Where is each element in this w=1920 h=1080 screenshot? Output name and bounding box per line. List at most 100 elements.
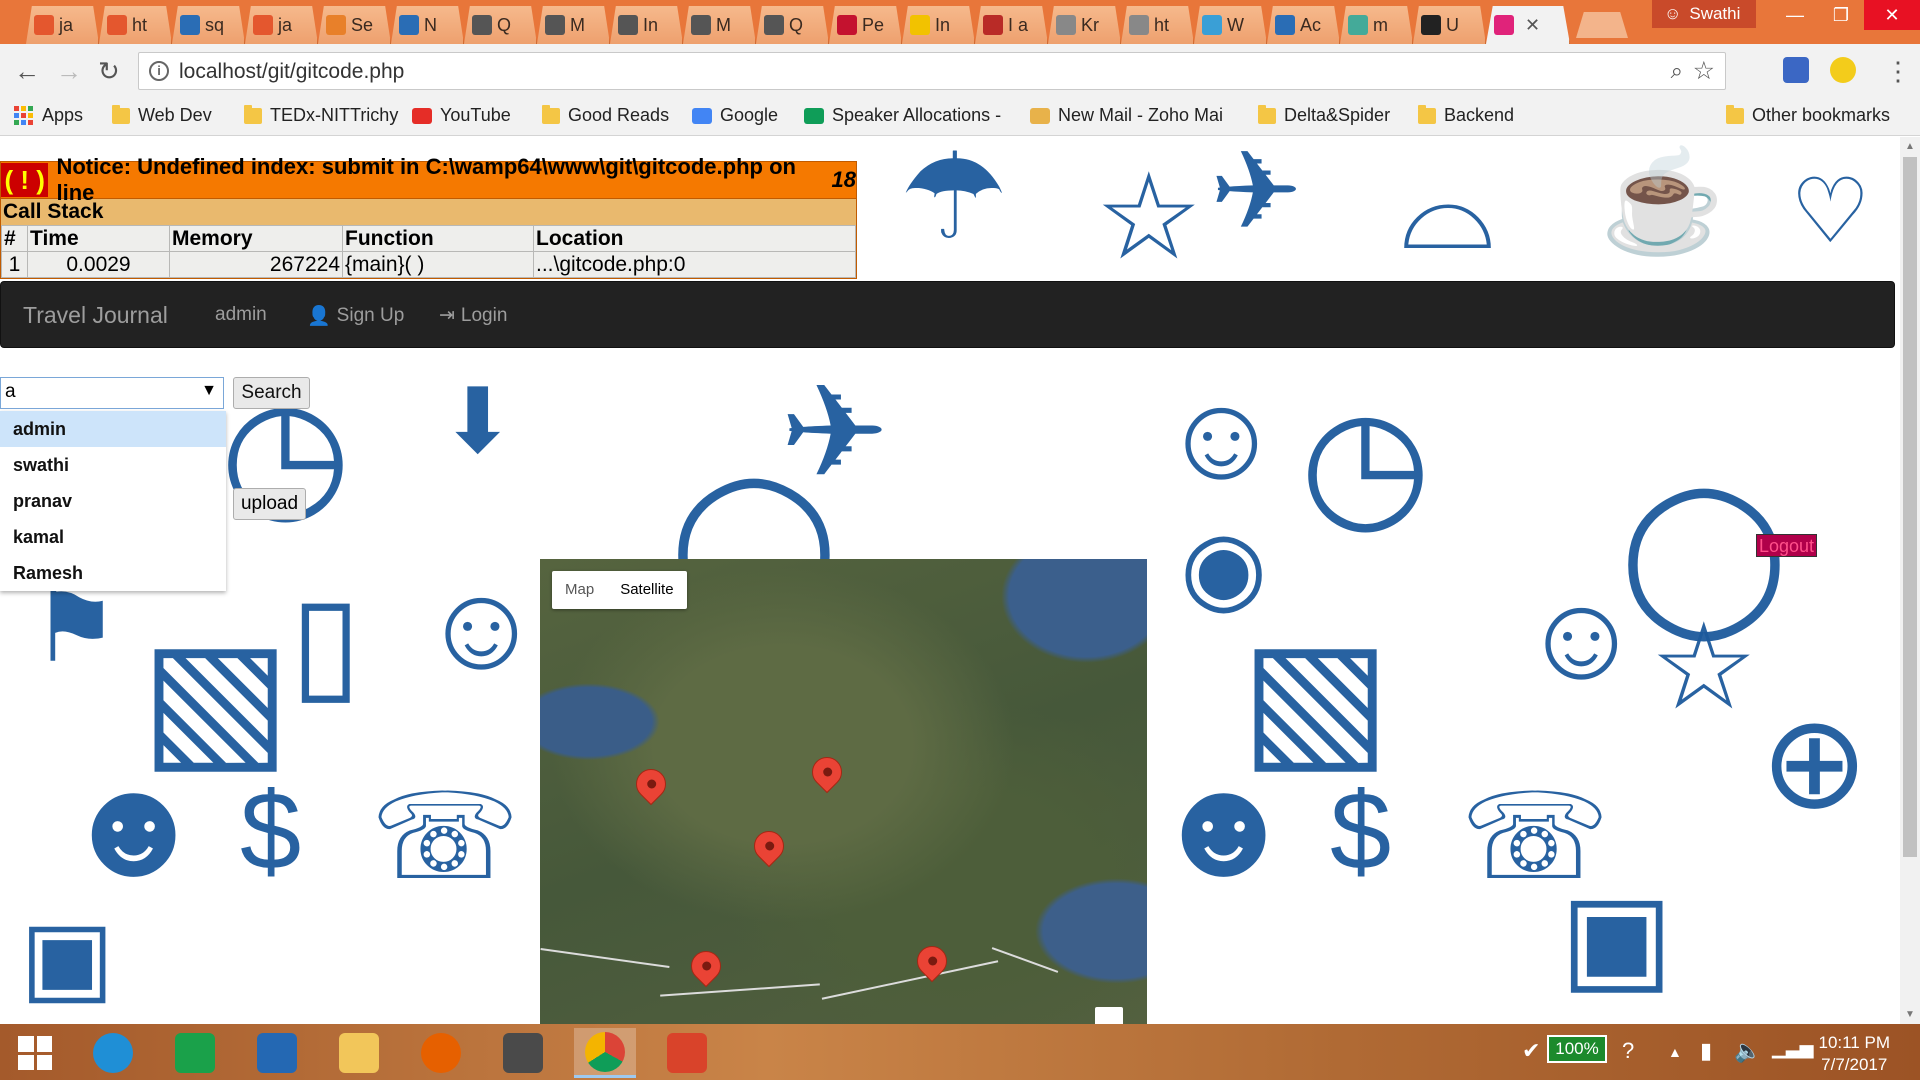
scroll-up-icon[interactable]: ▲ xyxy=(1905,141,1915,152)
dropdown-arrow-icon[interactable]: ▼ xyxy=(201,382,217,400)
close-window-icon[interactable]: ✕ xyxy=(1864,0,1920,30)
browser-tab[interactable]: Q xyxy=(756,6,829,44)
nav-login[interactable]: ⇥ Login xyxy=(439,304,507,327)
page-scrollbar[interactable]: ▲ ▼ xyxy=(1900,137,1920,1024)
taskbar-firefox[interactable] xyxy=(410,1028,472,1078)
browser-tab[interactable]: sq xyxy=(172,6,245,44)
close-tab-icon[interactable]: ✕ xyxy=(1525,15,1540,36)
dropdown-option[interactable]: swathi xyxy=(0,447,226,483)
dropdown-option[interactable]: pranav xyxy=(0,483,226,519)
bookmark-item[interactable]: Good Reads xyxy=(542,104,669,126)
windows-taskbar: ✔ 100% ? ▲ ▮ 🔈 ▁▃▅ 10:11 PM 7/7/2017 xyxy=(0,1024,1920,1080)
power-icon[interactable]: ▮ xyxy=(1700,1038,1712,1064)
map-marker[interactable] xyxy=(747,824,791,868)
tab-active[interactable]: ✕ xyxy=(1486,6,1570,44)
tab-title: ht xyxy=(132,14,148,35)
browser-tab[interactable]: U xyxy=(1413,6,1486,44)
search-button[interactable]: Search xyxy=(233,377,310,409)
bookmark-item[interactable]: Delta&Spider xyxy=(1258,104,1391,126)
bookmark-item[interactable]: Backend xyxy=(1418,104,1514,126)
browser-tab[interactable]: Kr xyxy=(1048,6,1121,44)
minimize-icon[interactable]: — xyxy=(1772,0,1818,30)
dropdown-option[interactable]: admin xyxy=(0,411,226,447)
bookmark-star-icon[interactable]: ☆ xyxy=(1693,56,1715,86)
map-type-satellite[interactable]: Satellite xyxy=(607,571,686,609)
bookmark-item[interactable]: YouTube xyxy=(412,105,511,126)
browser-tab[interactable]: ht xyxy=(99,6,172,44)
dropdown-option[interactable]: kamal xyxy=(0,519,226,555)
forward-icon[interactable]: → xyxy=(56,56,82,87)
notice-line: 18 xyxy=(831,167,856,192)
browser-tab[interactable]: m xyxy=(1340,6,1413,44)
map-view[interactable]: Map Satellite xyxy=(540,559,1147,1024)
tab-title: ht xyxy=(1154,14,1170,35)
browser-tab[interactable]: ja xyxy=(245,6,318,44)
brand-link[interactable]: Travel Journal xyxy=(23,302,168,329)
taskbar-explorer[interactable] xyxy=(328,1028,390,1078)
phone-doodle-icon: ▯ xyxy=(290,569,362,715)
scroll-down-icon[interactable]: ▼ xyxy=(1905,1009,1915,1020)
map-marker[interactable] xyxy=(629,762,673,806)
taskbar-store[interactable] xyxy=(164,1028,226,1078)
site-info-icon[interactable]: i xyxy=(149,61,169,81)
map-marker[interactable] xyxy=(805,750,849,794)
browser-tab[interactable]: ht xyxy=(1121,6,1194,44)
network-icon[interactable]: ▁▃▅ xyxy=(1772,1038,1814,1059)
tray-chevron-icon[interactable]: ▲ xyxy=(1668,1044,1682,1060)
bookmark-item[interactable]: Google xyxy=(692,105,778,126)
scroll-thumb[interactable] xyxy=(1903,157,1917,857)
browser-tab[interactable]: In xyxy=(902,6,975,44)
defender-icon[interactable]: ✔ xyxy=(1522,1038,1540,1064)
back-icon[interactable]: ← xyxy=(14,56,40,87)
taskbar-lenovo[interactable] xyxy=(246,1028,308,1078)
help-icon[interactable]: ? xyxy=(1622,1038,1634,1064)
taskbar-sublime[interactable] xyxy=(492,1028,554,1078)
restore-icon[interactable]: ❐ xyxy=(1818,0,1864,30)
folder-explorer-icon xyxy=(339,1033,379,1073)
bookmark-label: Delta&Spider xyxy=(1284,105,1391,125)
user-search-select[interactable]: a ▼ xyxy=(0,377,224,409)
upload-button[interactable]: upload xyxy=(233,488,306,520)
browser-tab[interactable]: Se xyxy=(318,6,391,44)
other-bookmarks[interactable]: Other bookmarks xyxy=(1726,104,1890,126)
bookmark-item[interactable]: TEDx-NITTrichy xyxy=(244,104,398,126)
taskbar-ie[interactable] xyxy=(82,1028,144,1078)
system-clock[interactable]: 10:11 PM 7/7/2017 xyxy=(1818,1032,1890,1076)
logout-button[interactable]: Logout xyxy=(1756,534,1817,557)
bookmark-item[interactable]: Web Dev xyxy=(112,104,212,126)
dropdown-option[interactable]: Ramesh xyxy=(0,555,226,591)
browser-tab[interactable]: I a xyxy=(975,6,1048,44)
bookmark-item[interactable]: New Mail - Zoho Mai xyxy=(1030,105,1223,126)
start-button[interactable] xyxy=(4,1028,66,1078)
menu-dots-icon[interactable]: ⋮ xyxy=(1885,56,1911,87)
taskbar-app[interactable] xyxy=(656,1028,718,1078)
volume-icon[interactable]: 🔈 xyxy=(1734,1038,1761,1064)
pegman-icon[interactable] xyxy=(1095,1007,1123,1024)
taskbar-chrome[interactable] xyxy=(574,1028,636,1078)
new-tab-button[interactable] xyxy=(1576,12,1628,38)
map-marker[interactable] xyxy=(910,939,954,983)
nav-signup[interactable]: 👤 Sign Up xyxy=(307,304,404,328)
battery-indicator[interactable]: 100% xyxy=(1547,1035,1607,1063)
browser-tab[interactable]: N xyxy=(391,6,464,44)
extension-puzzle-icon[interactable] xyxy=(1783,57,1809,83)
bookmark-item[interactable]: Apps xyxy=(14,105,83,126)
browser-tab[interactable]: Pe xyxy=(829,6,902,44)
url-text[interactable]: localhost/git/gitcode.php xyxy=(179,60,404,84)
extension-search-icon[interactable] xyxy=(1830,57,1856,83)
bookmark-item[interactable]: Speaker Allocations - xyxy=(804,105,1001,126)
browser-tab[interactable]: W xyxy=(1194,6,1267,44)
browser-tab[interactable]: ja xyxy=(26,6,99,44)
address-bar[interactable]: i localhost/git/gitcode.php ⌕ ☆ xyxy=(138,52,1726,90)
map-type-map[interactable]: Map xyxy=(552,571,607,609)
browser-tab[interactable]: M xyxy=(537,6,610,44)
browser-tab[interactable]: Q xyxy=(464,6,537,44)
profile-button[interactable]: ☺ Swathi xyxy=(1652,0,1756,28)
browser-tab[interactable]: M xyxy=(683,6,756,44)
map-marker[interactable] xyxy=(684,944,728,988)
reload-icon[interactable]: ↻ xyxy=(98,56,120,87)
zoom-icon[interactable]: ⌕ xyxy=(1671,58,1683,84)
browser-tab[interactable]: Ac xyxy=(1267,6,1340,44)
nav-admin[interactable]: admin xyxy=(215,304,267,326)
browser-tab[interactable]: In xyxy=(610,6,683,44)
